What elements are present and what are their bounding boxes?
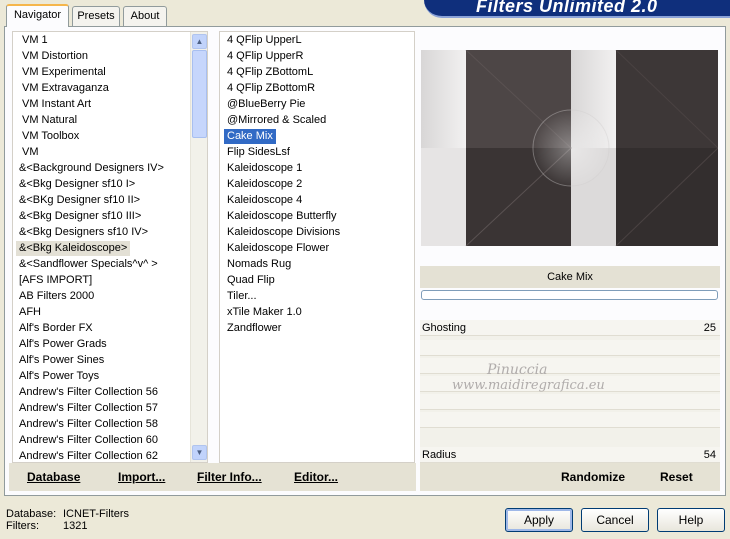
scroll-down-button[interactable]: ▼ (192, 445, 207, 460)
cancel-button[interactable]: Cancel (581, 508, 649, 532)
category-item[interactable]: VM Toolbox (19, 129, 82, 144)
category-item[interactable]: Andrew's Filter Collection 57 (16, 401, 161, 416)
category-item[interactable]: &<Sandflower Specials^v^ > (16, 257, 161, 272)
app-title: Filters Unlimited 2.0 (424, 0, 730, 18)
filter-list[interactable]: 4 QFlip UpperL 4 QFlip UpperR 4 QFlip ZBot… (219, 31, 415, 463)
filter-item[interactable]: Kaleidoscope Butterfly (224, 209, 339, 224)
tab-presets[interactable]: Presets (72, 6, 120, 26)
radius-slider[interactable]: Radius 54 (420, 447, 720, 463)
filter-item[interactable]: @Mirrored & Scaled (224, 113, 329, 128)
scroll-up-button[interactable]: ▲ (192, 34, 207, 49)
category-item[interactable]: Andrew's Filter Collection 58 (16, 417, 161, 432)
category-item[interactable]: VM Instant Art (19, 97, 94, 112)
import-button[interactable]: Import... (118, 470, 165, 484)
watermark-name: Pinuccia (487, 362, 548, 378)
category-item[interactable]: Alf's Power Grads (16, 337, 110, 352)
editor-button[interactable]: Editor... (294, 470, 338, 484)
filters-status-value: 1321 (63, 520, 88, 532)
database-button[interactable]: Database (27, 470, 80, 484)
database-status-value: ICNET-Filters (63, 508, 129, 520)
selected-filter-name: Cake Mix (420, 266, 720, 288)
filter-item[interactable]: Tiler... (224, 289, 260, 304)
radius-value: 54 (703, 449, 716, 461)
progress-bar (421, 290, 718, 300)
empty-slider-row (420, 412, 720, 428)
category-item[interactable]: Andrew's Filter Collection 62 (16, 449, 161, 462)
category-item[interactable]: VM Extravaganza (19, 81, 112, 96)
watermark: Pinuccia www.maidiregrafica.eu (452, 362, 605, 393)
category-item[interactable]: VM Experimental (19, 65, 109, 80)
ghosting-slider[interactable]: Ghosting 25 (420, 320, 720, 336)
scroll-thumb[interactable] (192, 50, 207, 138)
filter-item[interactable]: Kaleidoscope 2 (224, 177, 305, 192)
tab-about[interactable]: About (123, 6, 167, 26)
category-item[interactable]: AFH (16, 305, 44, 320)
tab-navigator[interactable]: Navigator (6, 4, 69, 27)
filter-item[interactable]: Kaleidoscope 1 (224, 161, 305, 176)
category-item[interactable]: &<BKg Designer sf10 II> (16, 193, 143, 208)
filter-item[interactable]: Flip SidesLsf (224, 145, 293, 160)
database-status-label: Database: (6, 508, 57, 520)
ghosting-label: Ghosting (422, 322, 467, 334)
randomize-button[interactable]: Randomize (561, 470, 625, 484)
category-list[interactable]: VM 1 VM Distortion VM Experimental VM Extra… (12, 31, 208, 463)
filter-item[interactable]: Quad Flip (224, 273, 278, 288)
empty-slider-row (420, 394, 720, 410)
empty-slider-row (420, 340, 720, 356)
filter-item[interactable]: Cake Mix (224, 129, 276, 144)
apply-button[interactable]: Apply (505, 508, 573, 532)
filter-item[interactable]: Kaleidoscope Divisions (224, 225, 343, 240)
category-item[interactable]: [AFS IMPORT] (16, 273, 95, 288)
ghosting-value: 25 (703, 322, 716, 334)
category-item[interactable]: &<Bkg Designer sf10 III> (16, 209, 144, 224)
category-item[interactable]: Andrew's Filter Collection 56 (16, 385, 161, 400)
radius-label: Radius (422, 449, 457, 461)
filters-status-label: Filters: (6, 520, 39, 532)
category-item[interactable]: VM Natural (19, 113, 80, 128)
filter-item[interactable]: Kaleidoscope 4 (224, 193, 305, 208)
filter-item[interactable]: 4 QFlip ZBottomL (224, 65, 316, 80)
help-button[interactable]: Help (657, 508, 725, 532)
category-item[interactable]: VM Distortion (19, 49, 91, 64)
category-item[interactable]: VM (19, 145, 42, 160)
category-item[interactable]: AB Filters 2000 (16, 289, 97, 304)
category-item[interactable]: Alf's Power Toys (16, 369, 102, 384)
category-item[interactable]: Alf's Power Sines (16, 353, 107, 368)
filter-item[interactable]: 4 QFlip UpperL (224, 33, 305, 48)
category-item[interactable]: &<Bkg Designer sf10 I> (16, 177, 138, 192)
filter-item[interactable]: Nomads Rug (224, 257, 294, 272)
category-item[interactable]: &<Background Designers IV> (16, 161, 167, 176)
watermark-url: www.maidiregrafica.eu (452, 378, 605, 393)
category-item[interactable]: &<Bkg Designers sf10 IV> (16, 225, 151, 240)
filter-item[interactable]: xTile Maker 1.0 (224, 305, 305, 320)
filter-item[interactable]: Zandflower (224, 321, 284, 336)
category-item[interactable]: VM 1 (19, 33, 51, 48)
category-item[interactable]: Andrew's Filter Collection 60 (16, 433, 161, 448)
reset-button[interactable]: Reset (660, 470, 693, 484)
category-item[interactable]: &<Bkg Kaleidoscope> (16, 241, 131, 256)
filter-item[interactable]: @BlueBerry Pie (224, 97, 308, 112)
preview-image (421, 50, 718, 246)
filter-info-button[interactable]: Filter Info... (197, 470, 262, 484)
category-item[interactable]: Alf's Border FX (16, 321, 96, 336)
filter-item[interactable]: 4 QFlip UpperR (224, 49, 306, 64)
category-scrollbar[interactable]: ▲ ▼ (190, 32, 207, 462)
filter-item[interactable]: 4 QFlip ZBottomR (224, 81, 318, 96)
filter-item[interactable]: Kaleidoscope Flower (224, 241, 332, 256)
